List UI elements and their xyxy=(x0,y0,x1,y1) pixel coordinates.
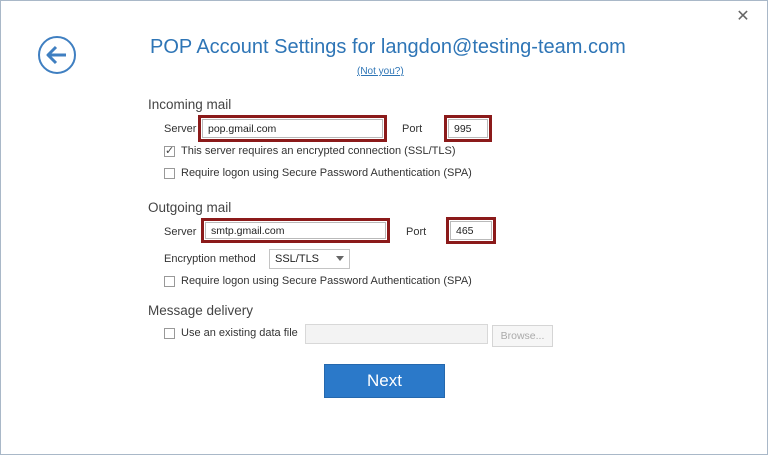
incoming-port-label: Port xyxy=(402,123,423,135)
ssl-checkbox-label: This server requires an encrypted connec… xyxy=(181,145,456,157)
browse-button[interactable]: Browse... xyxy=(492,325,553,347)
outgoing-spa-checkbox[interactable] xyxy=(164,276,175,287)
data-file-path-input[interactable] xyxy=(305,324,488,344)
outgoing-port-input[interactable]: 465 xyxy=(450,221,492,240)
incoming-port-input[interactable]: 995 xyxy=(448,119,488,138)
incoming-spa-label: Require logon using Secure Password Auth… xyxy=(181,167,472,179)
encryption-method-label: Encryption method xyxy=(164,253,256,265)
checkmark-icon: ✓ xyxy=(165,145,175,157)
pop-settings-dialog: ✕ POP Account Settings for langdon@testi… xyxy=(0,0,768,455)
back-button[interactable] xyxy=(38,36,76,74)
not-you-link[interactable]: (Not you?) xyxy=(357,66,404,77)
incoming-server-label: Server xyxy=(164,123,197,135)
chevron-down-icon xyxy=(336,256,344,261)
outgoing-server-label: Server xyxy=(164,226,197,238)
back-arrow-icon xyxy=(46,45,66,65)
outgoing-port-label: Port xyxy=(406,226,427,238)
ssl-checkbox[interactable]: ✓ xyxy=(164,145,175,157)
outgoing-mail-heading: Outgoing mail xyxy=(148,200,232,215)
outgoing-server-input[interactable]: smtp.gmail.com xyxy=(205,222,386,239)
incoming-server-input[interactable]: pop.gmail.com xyxy=(202,119,383,138)
encryption-method-select[interactable]: SSL/TLS xyxy=(269,249,350,269)
dialog-title: POP Account Settings for langdon@testing… xyxy=(150,36,626,58)
message-delivery-heading: Message delivery xyxy=(148,303,254,318)
existing-data-file-checkbox[interactable] xyxy=(164,328,175,339)
incoming-mail-heading: Incoming mail xyxy=(148,97,232,112)
next-button[interactable]: Next xyxy=(324,364,445,398)
existing-data-file-label: Use an existing data file xyxy=(181,327,298,339)
incoming-spa-checkbox[interactable] xyxy=(164,168,175,179)
close-icon[interactable]: ✕ xyxy=(735,9,751,25)
encryption-method-value: SSL/TLS xyxy=(275,253,320,265)
outgoing-spa-label: Require logon using Secure Password Auth… xyxy=(181,275,472,287)
